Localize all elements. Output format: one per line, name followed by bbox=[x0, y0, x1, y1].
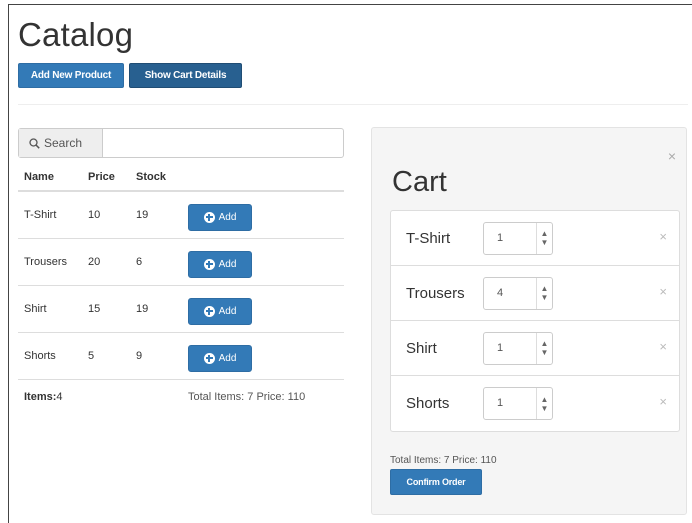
header-name: Name bbox=[24, 171, 54, 183]
product-stock: 9 bbox=[136, 350, 143, 362]
add-to-cart-button[interactable]: Add bbox=[188, 203, 252, 231]
cart-item-name: Trousers bbox=[406, 284, 465, 302]
remove-item-icon[interactable]: × bbox=[659, 284, 667, 299]
search-input[interactable] bbox=[103, 129, 343, 157]
divider bbox=[18, 104, 688, 105]
add-button-label: Add bbox=[218, 258, 237, 270]
add-button-label: Add bbox=[218, 352, 237, 364]
items-value: 4 bbox=[56, 391, 63, 403]
spinner[interactable]: ▲ ▼ bbox=[536, 332, 552, 364]
quantity-stepper[interactable]: 1 ▲ ▼ bbox=[483, 221, 553, 255]
confirm-order-button[interactable]: Confirm Order bbox=[390, 469, 482, 495]
product-table: Name Price Stock T-Shirt 10 19 Add Trous… bbox=[18, 164, 344, 414]
header-price: Price bbox=[88, 171, 115, 183]
table-row: Trousers 20 6 Add bbox=[18, 239, 344, 286]
cart-panel: × Cart T-Shirt 1 ▲ ▼ × Trousers 4 ▲ ▼ × Sh… bbox=[371, 127, 687, 515]
chevron-down-icon[interactable]: ▼ bbox=[541, 239, 549, 247]
search-icon bbox=[29, 137, 40, 149]
remove-item-icon[interactable]: × bbox=[659, 229, 667, 244]
cart-summary: Total Items: 7 Price: 110 bbox=[390, 455, 497, 466]
product-name: T-Shirt bbox=[24, 209, 57, 221]
product-price: 5 bbox=[88, 350, 95, 362]
add-button-label: Add bbox=[218, 305, 237, 317]
product-stock: 19 bbox=[136, 303, 149, 315]
quantity-stepper[interactable]: 1 ▲ ▼ bbox=[483, 387, 553, 420]
product-stock: 19 bbox=[136, 209, 149, 221]
quantity-stepper[interactable]: 4 ▲ ▼ bbox=[483, 276, 553, 310]
search-addon: Search bbox=[19, 129, 103, 157]
table-row: T-Shirt 10 19 Add bbox=[18, 192, 344, 239]
add-new-product-button[interactable]: Add New Product bbox=[18, 63, 124, 88]
product-name: Shorts bbox=[24, 350, 56, 362]
spinner[interactable]: ▲ ▼ bbox=[536, 277, 552, 309]
add-button-label: Add bbox=[218, 211, 237, 223]
chevron-down-icon[interactable]: ▼ bbox=[541, 349, 549, 357]
table-row: Shirt 15 19 Add bbox=[18, 286, 344, 333]
table-row: Shorts 5 9 Add bbox=[18, 333, 344, 380]
product-price: 15 bbox=[88, 303, 101, 315]
quantity-value: 4 bbox=[497, 286, 504, 299]
plus-circle-icon bbox=[203, 352, 215, 364]
items-count: Items:4 bbox=[18, 391, 188, 403]
chevron-up-icon[interactable]: ▲ bbox=[541, 230, 549, 238]
add-to-cart-button[interactable]: Add bbox=[188, 344, 252, 372]
quantity-stepper[interactable]: 1 ▲ ▼ bbox=[483, 331, 553, 365]
search-group: Search bbox=[18, 128, 344, 158]
list-item: Trousers 4 ▲ ▼ × bbox=[391, 266, 679, 321]
quantity-value: 1 bbox=[497, 397, 504, 409]
close-icon[interactable]: × bbox=[668, 148, 676, 164]
items-label: Items: bbox=[24, 391, 57, 403]
plus-circle-icon bbox=[203, 258, 215, 270]
table-footer: Items:4 Total Items: 7 Price: 110 bbox=[18, 380, 344, 414]
chevron-up-icon[interactable]: ▲ bbox=[541, 395, 549, 403]
list-item: Shirt 1 ▲ ▼ × bbox=[391, 321, 679, 376]
chevron-up-icon[interactable]: ▲ bbox=[541, 285, 549, 293]
cart-item-name: T-Shirt bbox=[406, 229, 451, 247]
spinner[interactable]: ▲ ▼ bbox=[536, 388, 552, 419]
chevron-up-icon[interactable]: ▲ bbox=[541, 340, 549, 348]
add-to-cart-button[interactable]: Add bbox=[188, 250, 252, 278]
product-stock: 6 bbox=[136, 256, 143, 268]
chevron-down-icon[interactable]: ▼ bbox=[541, 294, 549, 302]
cart-title: Cart bbox=[392, 166, 447, 198]
quantity-value: 1 bbox=[497, 231, 504, 244]
search-label: Search bbox=[44, 136, 83, 150]
chevron-down-icon[interactable]: ▼ bbox=[541, 404, 549, 412]
table-totals: Total Items: 7 Price: 110 bbox=[188, 391, 306, 403]
product-price: 10 bbox=[88, 209, 101, 221]
table-header: Name Price Stock bbox=[18, 164, 344, 192]
remove-item-icon[interactable]: × bbox=[659, 339, 667, 354]
cart-list: T-Shirt 1 ▲ ▼ × Trousers 4 ▲ ▼ × Shirt 1 ▲… bbox=[390, 210, 680, 432]
product-name: Trousers bbox=[24, 256, 67, 268]
plus-circle-icon bbox=[203, 305, 215, 317]
cart-item-name: Shirt bbox=[406, 339, 437, 357]
plus-circle-icon bbox=[203, 211, 215, 223]
list-item: T-Shirt 1 ▲ ▼ × bbox=[391, 211, 679, 266]
page-title: Catalog bbox=[18, 16, 134, 53]
list-item: Shorts 1 ▲ ▼ × bbox=[391, 376, 679, 431]
spinner[interactable]: ▲ ▼ bbox=[536, 222, 552, 254]
header-stock: Stock bbox=[136, 171, 166, 183]
product-price: 20 bbox=[88, 256, 101, 268]
add-to-cart-button[interactable]: Add bbox=[188, 297, 252, 325]
cart-item-name: Shorts bbox=[406, 395, 450, 412]
quantity-value: 1 bbox=[497, 341, 504, 354]
product-name: Shirt bbox=[24, 303, 47, 315]
show-cart-details-button[interactable]: Show Cart Details bbox=[129, 63, 242, 88]
remove-item-icon[interactable]: × bbox=[659, 394, 667, 409]
